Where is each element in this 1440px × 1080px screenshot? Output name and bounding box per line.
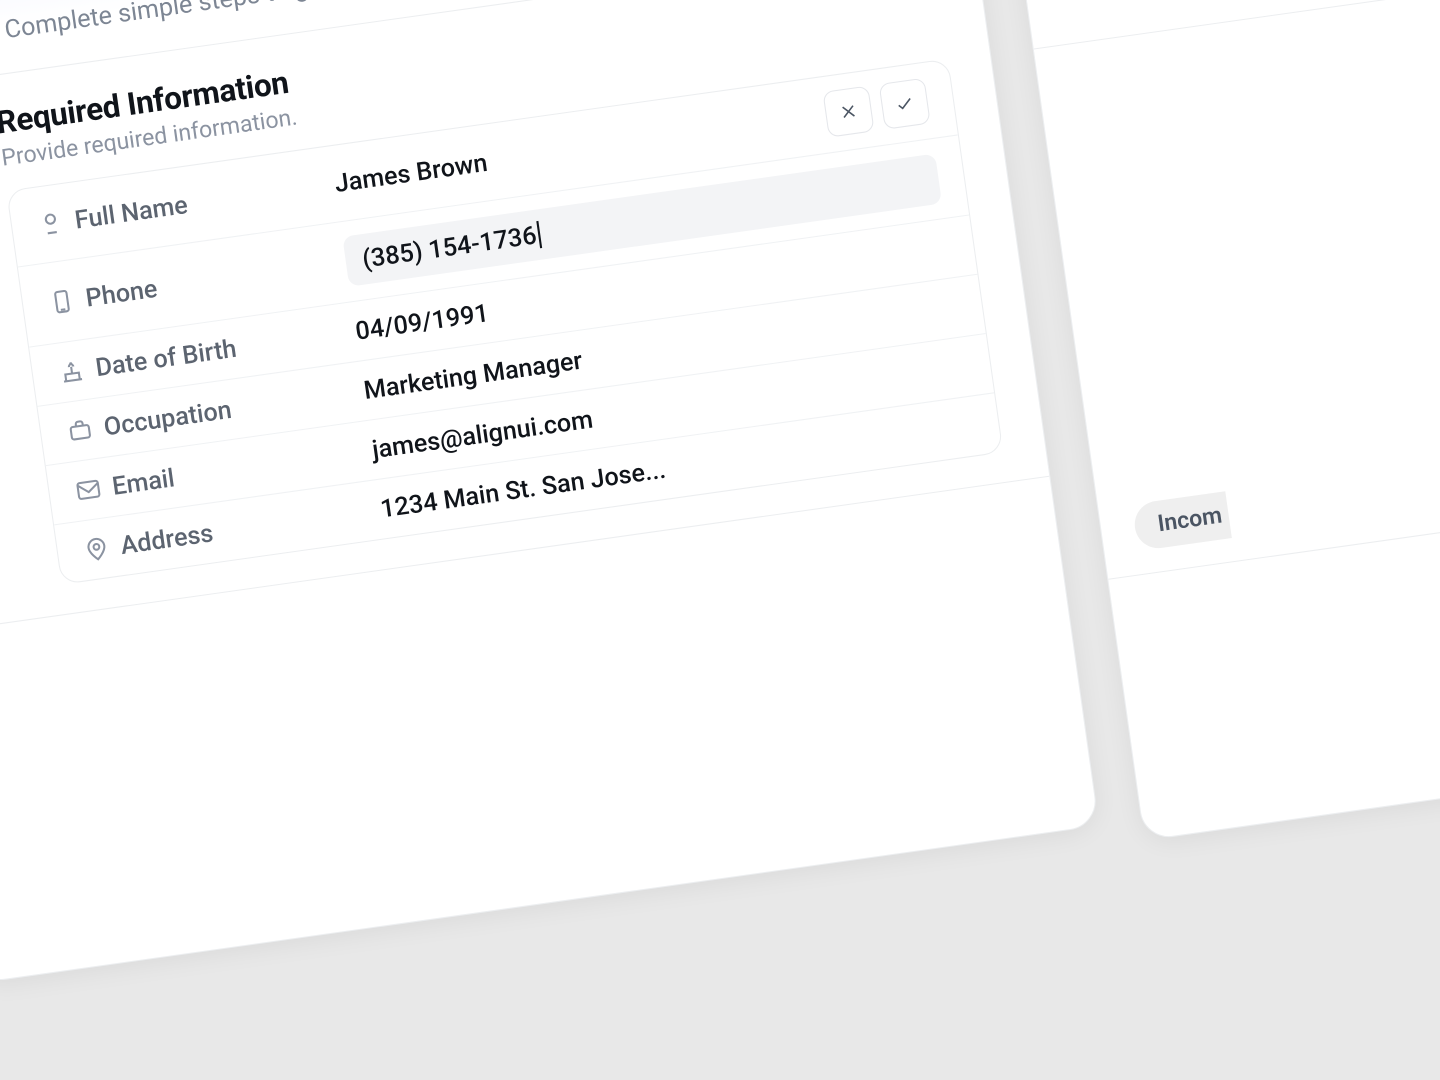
incomplete-badge-right: Incom	[1132, 491, 1232, 551]
user-icon	[36, 207, 77, 239]
pin-icon	[81, 532, 122, 564]
mail-icon	[73, 473, 114, 505]
confirm-edit-button[interactable]	[879, 78, 931, 130]
label-full-name: Full Name	[73, 169, 337, 235]
label-phone: Phone	[84, 247, 348, 313]
account-setup-card: Account Setup Complete simple steps to g…	[0, 0, 1099, 984]
phone-input-value: (385) 154-1736	[360, 220, 538, 274]
cake-icon	[56, 354, 97, 386]
phone-icon	[47, 285, 88, 317]
required-info-section: Required Information Provide required in…	[0, 0, 1049, 634]
cancel-edit-button[interactable]	[822, 86, 874, 138]
briefcase-icon	[65, 414, 106, 446]
